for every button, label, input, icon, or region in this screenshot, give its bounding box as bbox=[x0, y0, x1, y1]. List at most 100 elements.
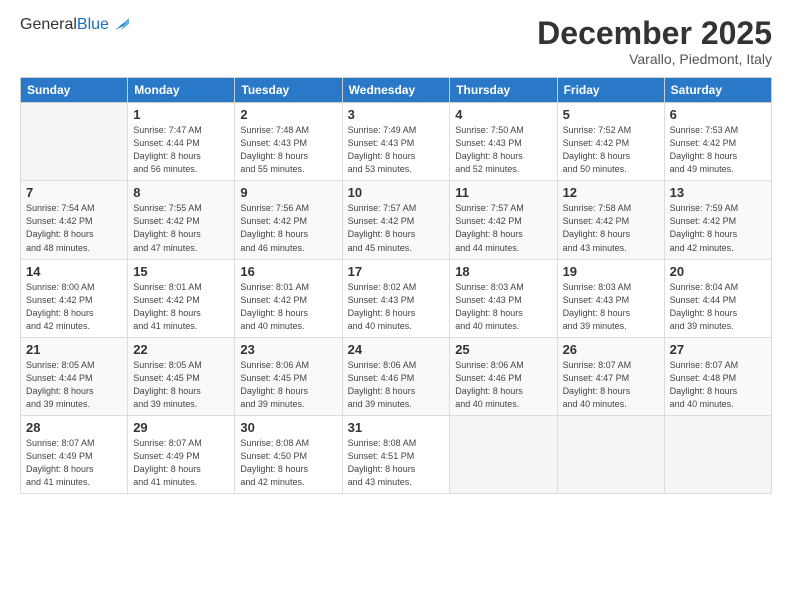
calendar-day-header: Wednesday bbox=[342, 78, 450, 103]
calendar-day-header: Sunday bbox=[21, 78, 128, 103]
day-info: Sunrise: 7:57 AM Sunset: 4:42 PM Dayligh… bbox=[348, 202, 445, 254]
day-number: 18 bbox=[455, 264, 551, 279]
day-info: Sunrise: 8:00 AM Sunset: 4:42 PM Dayligh… bbox=[26, 281, 122, 333]
month-title: December 2025 bbox=[537, 16, 772, 51]
logo-bird-icon bbox=[111, 16, 129, 34]
calendar-cell: 21Sunrise: 8:05 AM Sunset: 4:44 PM Dayli… bbox=[21, 337, 128, 415]
calendar-day-header: Tuesday bbox=[235, 78, 342, 103]
day-info: Sunrise: 8:07 AM Sunset: 4:49 PM Dayligh… bbox=[133, 437, 229, 489]
day-number: 28 bbox=[26, 420, 122, 435]
day-number: 11 bbox=[455, 185, 551, 200]
calendar-cell: 5Sunrise: 7:52 AM Sunset: 4:42 PM Daylig… bbox=[557, 103, 664, 181]
logo-blue-text: Blue bbox=[77, 16, 109, 34]
calendar-cell: 2 Sunrise: 7:48 AM Sunset: 4:43 PM Daylig… bbox=[235, 103, 342, 181]
day-number: 13 bbox=[670, 185, 766, 200]
calendar-cell: 26 Sunrise: 8:07 AM Sunset: 4:47 PM Dayli… bbox=[557, 337, 664, 415]
day-number: 23 bbox=[240, 342, 336, 357]
calendar-cell: 4 Sunrise: 7:50 AM Sunset: 4:43 PM Daylig… bbox=[450, 103, 557, 181]
day-number: 17 bbox=[348, 264, 445, 279]
day-info: Sunrise: 8:07 AM Sunset: 4:48 PM Dayligh… bbox=[670, 359, 766, 411]
calendar-day-header: Thursday bbox=[450, 78, 557, 103]
day-number: 19 bbox=[563, 264, 659, 279]
day-info: Sunrise: 7:47 AM Sunset: 4:44 PM Dayligh… bbox=[133, 124, 229, 176]
day-number: 4 bbox=[455, 107, 551, 122]
day-info: Sunrise: 7:53 AM Sunset: 4:42 PM Dayligh… bbox=[670, 124, 766, 176]
calendar-day-header: Friday bbox=[557, 78, 664, 103]
day-info: Sunrise: 8:07 AM Sunset: 4:47 PM Dayligh… bbox=[563, 359, 659, 411]
day-info: Sunrise: 8:08 AM Sunset: 4:51 PM Dayligh… bbox=[348, 437, 445, 489]
day-info: Sunrise: 8:05 AM Sunset: 4:45 PM Dayligh… bbox=[133, 359, 229, 411]
day-number: 27 bbox=[670, 342, 766, 357]
calendar-week-row: 7Sunrise: 7:54 AM Sunset: 4:42 PM Daylig… bbox=[21, 181, 772, 259]
calendar-cell: 15 Sunrise: 8:01 AM Sunset: 4:42 PM Dayli… bbox=[128, 259, 235, 337]
day-info: Sunrise: 8:04 AM Sunset: 4:44 PM Dayligh… bbox=[670, 281, 766, 333]
calendar-cell: 31 Sunrise: 8:08 AM Sunset: 4:51 PM Dayli… bbox=[342, 415, 450, 493]
calendar-cell bbox=[21, 103, 128, 181]
logo-general-text: General bbox=[20, 16, 77, 34]
day-number: 1 bbox=[133, 107, 229, 122]
calendar-header-row: SundayMondayTuesdayWednesdayThursdayFrid… bbox=[21, 78, 772, 103]
day-number: 31 bbox=[348, 420, 445, 435]
day-number: 16 bbox=[240, 264, 336, 279]
calendar-cell: 24 Sunrise: 8:06 AM Sunset: 4:46 PM Dayli… bbox=[342, 337, 450, 415]
day-info: Sunrise: 8:06 AM Sunset: 4:46 PM Dayligh… bbox=[348, 359, 445, 411]
calendar-week-row: 28 Sunrise: 8:07 AM Sunset: 4:49 PM Dayli… bbox=[21, 415, 772, 493]
day-number: 2 bbox=[240, 107, 336, 122]
calendar-cell: 19 Sunrise: 8:03 AM Sunset: 4:43 PM Dayli… bbox=[557, 259, 664, 337]
day-info: Sunrise: 8:06 AM Sunset: 4:45 PM Dayligh… bbox=[240, 359, 336, 411]
day-info: Sunrise: 7:59 AM Sunset: 4:42 PM Dayligh… bbox=[670, 202, 766, 254]
calendar-cell: 20Sunrise: 8:04 AM Sunset: 4:44 PM Dayli… bbox=[664, 259, 771, 337]
day-number: 12 bbox=[563, 185, 659, 200]
calendar-cell: 11 Sunrise: 7:57 AM Sunset: 4:42 PM Dayli… bbox=[450, 181, 557, 259]
day-number: 9 bbox=[240, 185, 336, 200]
calendar-cell: 23 Sunrise: 8:06 AM Sunset: 4:45 PM Dayli… bbox=[235, 337, 342, 415]
day-info: Sunrise: 7:48 AM Sunset: 4:43 PM Dayligh… bbox=[240, 124, 336, 176]
calendar-cell: 3Sunrise: 7:49 AM Sunset: 4:43 PM Daylig… bbox=[342, 103, 450, 181]
calendar-cell: 14 Sunrise: 8:00 AM Sunset: 4:42 PM Dayli… bbox=[21, 259, 128, 337]
title-area: December 2025 Varallo, Piedmont, Italy bbox=[537, 16, 772, 67]
day-info: Sunrise: 7:50 AM Sunset: 4:43 PM Dayligh… bbox=[455, 124, 551, 176]
day-number: 30 bbox=[240, 420, 336, 435]
day-number: 15 bbox=[133, 264, 229, 279]
page: GeneralBlue December 2025 Varallo, Piedm… bbox=[0, 0, 792, 612]
day-info: Sunrise: 8:07 AM Sunset: 4:49 PM Dayligh… bbox=[26, 437, 122, 489]
calendar-cell: 29 Sunrise: 8:07 AM Sunset: 4:49 PM Dayli… bbox=[128, 415, 235, 493]
calendar-day-header: Monday bbox=[128, 78, 235, 103]
day-number: 5 bbox=[563, 107, 659, 122]
subtitle: Varallo, Piedmont, Italy bbox=[537, 51, 772, 67]
day-info: Sunrise: 8:01 AM Sunset: 4:42 PM Dayligh… bbox=[240, 281, 336, 333]
calendar-cell: 12 Sunrise: 7:58 AM Sunset: 4:42 PM Dayli… bbox=[557, 181, 664, 259]
day-info: Sunrise: 8:06 AM Sunset: 4:46 PM Dayligh… bbox=[455, 359, 551, 411]
day-info: Sunrise: 8:03 AM Sunset: 4:43 PM Dayligh… bbox=[455, 281, 551, 333]
day-info: Sunrise: 7:57 AM Sunset: 4:42 PM Dayligh… bbox=[455, 202, 551, 254]
calendar-cell: 1 Sunrise: 7:47 AM Sunset: 4:44 PM Daylig… bbox=[128, 103, 235, 181]
header: GeneralBlue December 2025 Varallo, Piedm… bbox=[20, 16, 772, 67]
calendar-cell: 22 Sunrise: 8:05 AM Sunset: 4:45 PM Dayli… bbox=[128, 337, 235, 415]
day-info: Sunrise: 8:02 AM Sunset: 4:43 PM Dayligh… bbox=[348, 281, 445, 333]
day-info: Sunrise: 8:05 AM Sunset: 4:44 PM Dayligh… bbox=[26, 359, 122, 411]
day-info: Sunrise: 8:03 AM Sunset: 4:43 PM Dayligh… bbox=[563, 281, 659, 333]
calendar-cell bbox=[557, 415, 664, 493]
calendar-cell: 7Sunrise: 7:54 AM Sunset: 4:42 PM Daylig… bbox=[21, 181, 128, 259]
calendar-table: SundayMondayTuesdayWednesdayThursdayFrid… bbox=[20, 77, 772, 494]
day-info: Sunrise: 7:58 AM Sunset: 4:42 PM Dayligh… bbox=[563, 202, 659, 254]
day-info: Sunrise: 7:49 AM Sunset: 4:43 PM Dayligh… bbox=[348, 124, 445, 176]
day-info: Sunrise: 7:55 AM Sunset: 4:42 PM Dayligh… bbox=[133, 202, 229, 254]
calendar-cell: 6Sunrise: 7:53 AM Sunset: 4:42 PM Daylig… bbox=[664, 103, 771, 181]
day-number: 29 bbox=[133, 420, 229, 435]
day-number: 10 bbox=[348, 185, 445, 200]
day-number: 24 bbox=[348, 342, 445, 357]
logo: GeneralBlue bbox=[20, 16, 129, 34]
day-number: 22 bbox=[133, 342, 229, 357]
calendar-week-row: 14 Sunrise: 8:00 AM Sunset: 4:42 PM Dayli… bbox=[21, 259, 772, 337]
calendar-day-header: Saturday bbox=[664, 78, 771, 103]
calendar-cell: 17 Sunrise: 8:02 AM Sunset: 4:43 PM Dayli… bbox=[342, 259, 450, 337]
day-info: Sunrise: 8:01 AM Sunset: 4:42 PM Dayligh… bbox=[133, 281, 229, 333]
calendar-week-row: 21Sunrise: 8:05 AM Sunset: 4:44 PM Dayli… bbox=[21, 337, 772, 415]
calendar-cell bbox=[450, 415, 557, 493]
day-number: 26 bbox=[563, 342, 659, 357]
day-number: 14 bbox=[26, 264, 122, 279]
calendar-cell: 27 Sunrise: 8:07 AM Sunset: 4:48 PM Dayli… bbox=[664, 337, 771, 415]
calendar-cell: 16 Sunrise: 8:01 AM Sunset: 4:42 PM Dayli… bbox=[235, 259, 342, 337]
calendar-cell: 10 Sunrise: 7:57 AM Sunset: 4:42 PM Dayli… bbox=[342, 181, 450, 259]
